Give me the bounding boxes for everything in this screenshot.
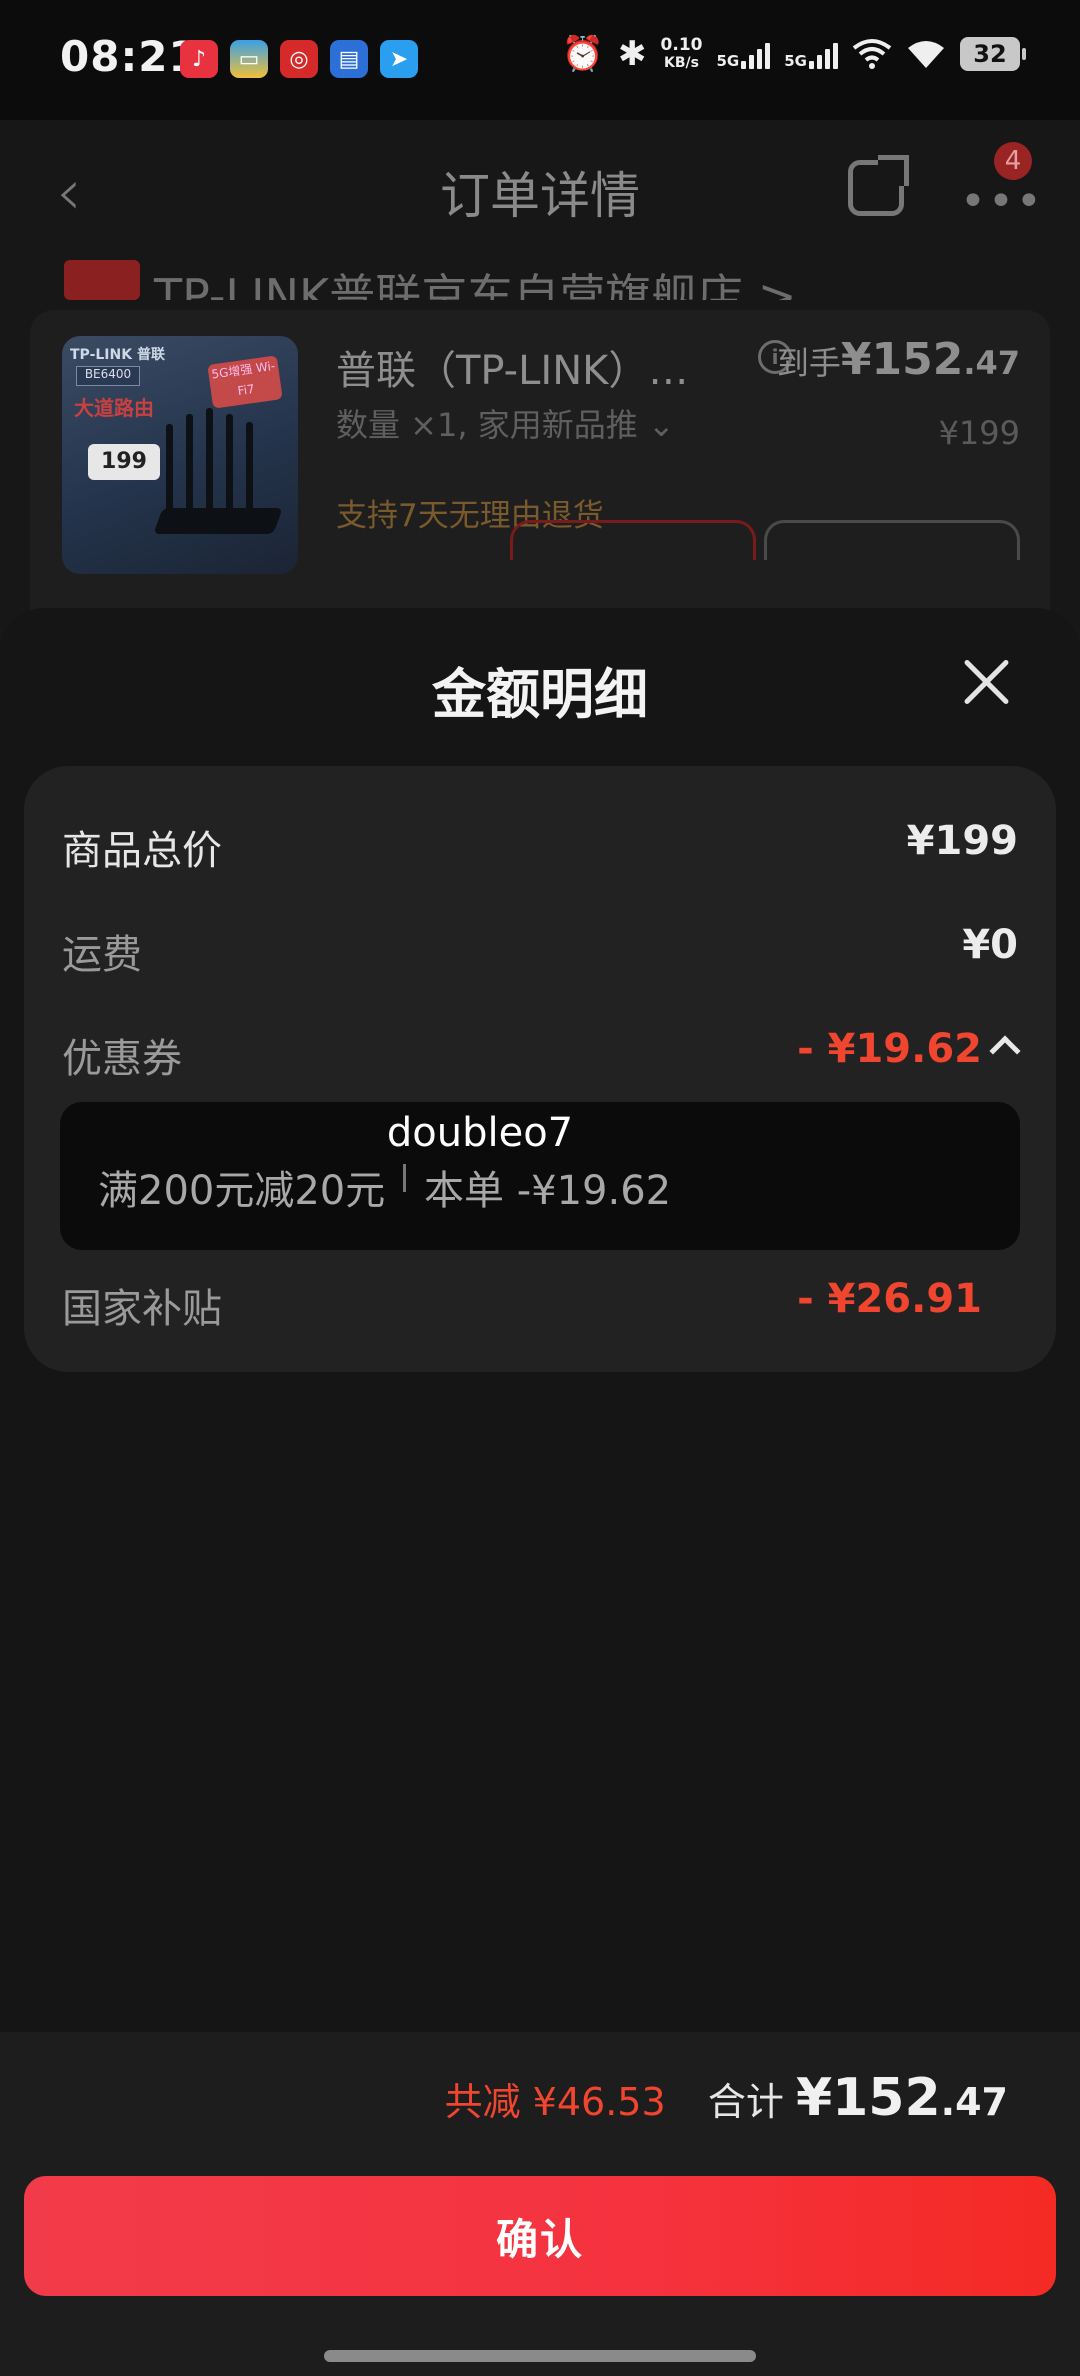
coupon-label: 优惠券 xyxy=(62,1036,182,1082)
amount-detail-card: 商品总价 ¥199 运费 ¥0 优惠券 - ¥19.62 doubleo7 满2… xyxy=(24,766,1056,1372)
signal-2: 5G xyxy=(784,39,838,69)
goods-total-value: ¥199 xyxy=(906,818,1018,864)
order-action-button[interactable] xyxy=(764,520,1020,560)
alarm-icon: ⏰ xyxy=(561,34,605,74)
coupon-value: - ¥19.62 xyxy=(797,1026,982,1072)
net-speed: 0.10 KB/s xyxy=(660,35,703,71)
signal-bars-icon xyxy=(741,39,771,69)
subsidy-value: - ¥26.91 xyxy=(797,1276,982,1322)
original-price: ¥199 xyxy=(938,414,1020,452)
goods-total-label: 商品总价 xyxy=(62,828,222,874)
product-image: TP-LINK 普联 BE6400 大道路由 5G增强 Wi-Fi7 199 xyxy=(62,336,298,574)
order-action-button[interactable] xyxy=(510,520,756,560)
shipping-value: ¥0 xyxy=(962,922,1018,968)
close-icon[interactable] xyxy=(960,656,1012,708)
status-bar: 08:21 ♪ ▭ ◎ ▤ ➤ ⏰ ✱ 0.10 KB/s 5G 5G 32 xyxy=(0,0,1080,120)
subsidy-row: 国家补贴 - ¥26.91 xyxy=(62,1276,1018,1336)
total-currency: ¥152 xyxy=(795,2068,941,2128)
store-name[interactable]: TP-LINK普联京东自营旗舰店 > xyxy=(64,260,796,300)
sheet-title: 金额明细 xyxy=(432,663,648,726)
card-app-icon: ▤ xyxy=(330,40,368,78)
total-label: 合计 xyxy=(707,2080,784,2124)
coupon-detail: doubleo7 满200元减20元 本单 -¥19.62 xyxy=(60,1102,1020,1250)
shipping-row: 运费 ¥0 xyxy=(62,922,1018,982)
goods-total-row: 商品总价 ¥199 xyxy=(62,818,1018,878)
confirm-button[interactable]: 确认 xyxy=(24,2176,1056,2296)
wifi-icon xyxy=(908,41,944,68)
notification-icons: ♪ ▭ ◎ ▤ ➤ xyxy=(180,40,418,78)
telegram-app-icon: ➤ xyxy=(380,40,418,78)
nav-bar: ‹ 订单详情 ••• 4 xyxy=(0,120,1080,260)
price-summary: 共减 ¥46.53 合计 ¥152.47 xyxy=(445,2068,1008,2128)
more-icon[interactable]: ••• xyxy=(960,176,1044,227)
share-icon[interactable] xyxy=(848,160,904,216)
subsidy-label: 国家补贴 xyxy=(62,1286,222,1332)
chevron-up-icon[interactable] xyxy=(989,1035,1021,1067)
signal-bars-icon xyxy=(809,39,838,69)
coupon-amount: 本单 -¥19.62 xyxy=(424,1168,672,1214)
bank-app-icon: ◎ xyxy=(280,40,318,78)
total-reduction: 共减 ¥46.53 xyxy=(444,2080,666,2124)
shipping-label: 运费 xyxy=(62,932,142,978)
coupon-row[interactable]: 优惠券 - ¥19.62 xyxy=(62,1026,1021,1086)
music-app-icon: ♪ xyxy=(180,40,218,78)
divider xyxy=(403,1164,406,1192)
total-decimal: .47 xyxy=(940,2080,1008,2124)
hotspot-icon xyxy=(852,39,892,69)
self-operated-tag xyxy=(64,260,140,300)
home-indicator[interactable] xyxy=(324,2350,756,2362)
bluetooth-icon: ✱ xyxy=(618,34,647,74)
status-time: 08:21 xyxy=(60,32,199,81)
final-price: 到手¥152.47 xyxy=(776,334,1020,385)
coupon-rule: 满200元减20元 xyxy=(98,1168,386,1214)
page-title: 订单详情 xyxy=(440,167,640,225)
product-name: 普联（TP-LINK）… xyxy=(336,348,689,394)
wallet-app-icon: ▭ xyxy=(230,40,268,78)
battery-icon: 32 xyxy=(960,37,1026,71)
coupon-code: doubleo7 xyxy=(386,1110,574,1156)
product-spec: 数量 ×1, 家用新品推 ⌄ xyxy=(336,406,675,444)
signal-1: 5G xyxy=(717,39,771,69)
message-badge: 4 xyxy=(994,142,1032,180)
footer-bar: 共减 ¥46.53 合计 ¥152.47 确认 xyxy=(0,2032,1080,2376)
